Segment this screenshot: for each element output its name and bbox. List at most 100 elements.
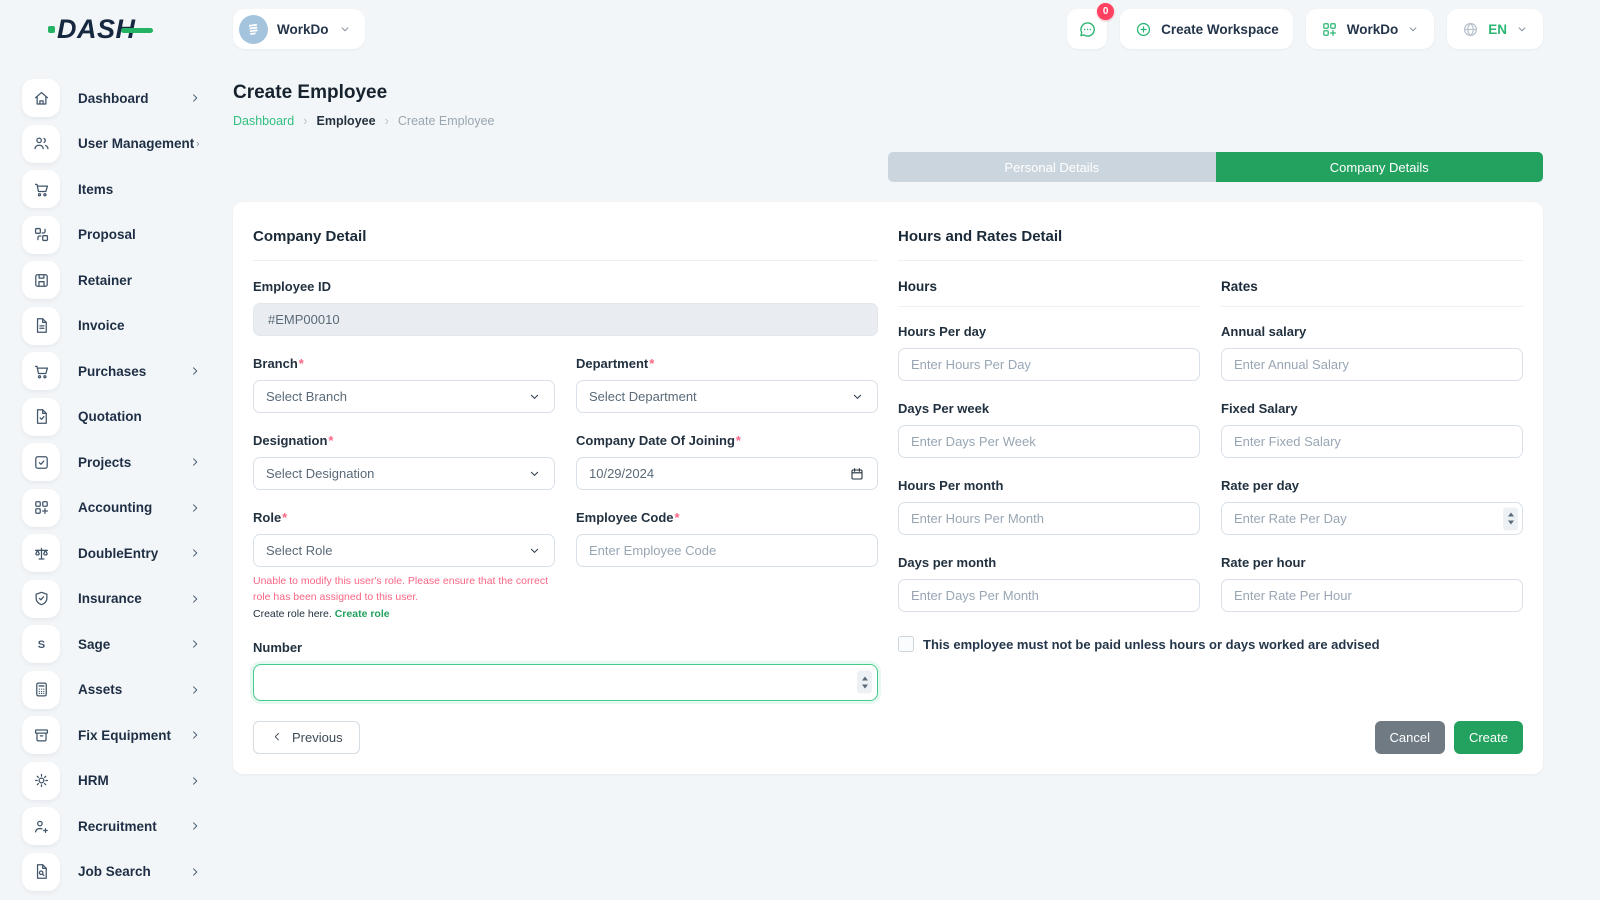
- sidebar-item-proposal[interactable]: Proposal: [22, 216, 202, 254]
- number-input[interactable]: [253, 664, 878, 701]
- designation-select-value: Select Designation: [266, 466, 374, 481]
- breadcrumb-separator: ›: [303, 113, 307, 128]
- calculator-icon: [22, 671, 60, 709]
- sidebar-item-accounting[interactable]: Accounting: [22, 489, 202, 527]
- sidebar-item-retainer[interactable]: Retainer: [22, 261, 202, 299]
- sidebar-item-fix-equipment[interactable]: Fix Equipment: [22, 716, 202, 754]
- rate-per-day-input[interactable]: [1221, 502, 1523, 535]
- role-select[interactable]: Select Role: [253, 534, 555, 567]
- user-plus-icon: [22, 807, 60, 845]
- role-select-value: Select Role: [266, 543, 332, 558]
- sidebar-item-label: Insurance: [78, 591, 142, 606]
- sidebar-item-items[interactable]: Items: [22, 170, 202, 208]
- sidebar-item-label: Sage: [78, 637, 110, 652]
- sidebar-item-label: Items: [78, 182, 113, 197]
- create-button[interactable]: Create: [1454, 721, 1523, 754]
- previous-button[interactable]: Previous: [253, 721, 360, 754]
- breadcrumb-current: Create Employee: [398, 114, 495, 128]
- annual-salary-input[interactable]: [1221, 348, 1523, 381]
- annual-salary-field: Annual salary: [1221, 324, 1523, 381]
- employee-id-field: Employee ID #EMP00010: [253, 279, 878, 336]
- number-spinner[interactable]: [1503, 507, 1518, 530]
- main-content: Create Employee Dashboard › Employee › C…: [233, 58, 1543, 774]
- form-actions: Cancel Create: [898, 721, 1523, 754]
- department-select[interactable]: Select Department: [576, 380, 878, 413]
- days-per-week-field: Days Per week: [898, 401, 1200, 458]
- number-spinner[interactable]: [857, 671, 872, 694]
- employee-code-input[interactable]: [576, 534, 878, 567]
- create-workspace-button[interactable]: Create Workspace: [1120, 9, 1293, 49]
- breadcrumb-employee-link[interactable]: Employee: [317, 114, 376, 128]
- sidebar-item-job-search[interactable]: Job Search: [22, 853, 202, 891]
- create-role-link[interactable]: Create role: [335, 608, 390, 620]
- sidebar-item-label: Dashboard: [78, 91, 149, 106]
- chevron-right-icon: [188, 364, 202, 378]
- sidebar-item-invoice[interactable]: Invoice: [22, 307, 202, 345]
- days-per-week-input[interactable]: [898, 425, 1200, 458]
- home-icon: [22, 79, 60, 117]
- sidebar-item-user-management[interactable]: User Management: [22, 125, 202, 163]
- sidebar-item-recruitment[interactable]: Recruitment: [22, 807, 202, 845]
- days-per-month-input[interactable]: [898, 579, 1200, 612]
- sidebar-item-purchases[interactable]: Purchases: [22, 352, 202, 390]
- rates-column: Rates Annual salary Fixed Salary Rate pe…: [1221, 279, 1523, 632]
- globe-icon: [1461, 20, 1480, 39]
- tab-personal-details[interactable]: Personal Details: [888, 152, 1216, 182]
- sidebar-item-label: User Management: [78, 136, 194, 151]
- workspace-name: WorkDo: [277, 22, 329, 37]
- previous-button-label: Previous: [292, 730, 343, 745]
- cancel-button[interactable]: Cancel: [1375, 721, 1445, 754]
- sidebar-item-sage[interactable]: S Sage: [22, 625, 202, 663]
- chevron-left-icon: [270, 730, 284, 744]
- sidebar-item-label: HRM: [78, 773, 109, 788]
- required-asterisk: *: [675, 510, 680, 525]
- rates-subheading: Rates: [1221, 279, 1523, 307]
- rate-per-hour-field: Rate per hour: [1221, 555, 1523, 612]
- hours-per-day-input[interactable]: [898, 348, 1200, 381]
- chevron-right-icon: [188, 501, 202, 515]
- hours-rates-heading: Hours and Rates Detail: [898, 228, 1523, 245]
- sidebar-item-label: Job Search: [78, 864, 151, 879]
- sidebar-item-quotation[interactable]: Quotation: [22, 398, 202, 436]
- fixed-salary-field: Fixed Salary: [1221, 401, 1523, 458]
- rate-per-day-field: Rate per day: [1221, 478, 1523, 535]
- date-of-joining-value: 10/29/2024: [589, 466, 654, 481]
- sidebar-nav: Dashboard User Management Items Proposal…: [0, 58, 216, 900]
- sidebar-item-label: Retainer: [78, 273, 132, 288]
- hours-per-month-input[interactable]: [898, 502, 1200, 535]
- breadcrumb-dashboard-link[interactable]: Dashboard: [233, 114, 294, 128]
- sidebar-item-assets[interactable]: Assets: [22, 671, 202, 709]
- sidebar-item-insurance[interactable]: Insurance: [22, 580, 202, 618]
- chevron-right-icon: [194, 137, 202, 151]
- language-selector[interactable]: EN: [1447, 9, 1543, 49]
- sidebar-item-doubleentry[interactable]: DoubleEntry: [22, 534, 202, 572]
- chevron-right-icon: [188, 728, 202, 742]
- sidebar-item-label: Invoice: [78, 318, 125, 333]
- unpaid-checkbox[interactable]: [898, 636, 914, 652]
- role-label: Role: [253, 510, 281, 525]
- logo-dot: [48, 26, 55, 33]
- field-label: Rate per hour: [1221, 555, 1523, 570]
- messages-button[interactable]: 0: [1067, 9, 1107, 49]
- field-label: Fixed Salary: [1221, 401, 1523, 416]
- company-detail-heading: Company Detail: [253, 228, 878, 245]
- fixed-salary-input[interactable]: [1221, 425, 1523, 458]
- scale-icon: [22, 534, 60, 572]
- apps-menu-button[interactable]: WorkDo: [1306, 9, 1435, 49]
- file-check-icon: [22, 398, 60, 436]
- sidebar-item-dashboard[interactable]: Dashboard: [22, 79, 202, 117]
- sidebar-item-projects[interactable]: Projects: [22, 443, 202, 481]
- sidebar-item-label: DoubleEntry: [78, 546, 158, 561]
- rate-per-hour-input[interactable]: [1221, 579, 1523, 612]
- unpaid-checkbox-row: This employee must not be paid unless ho…: [898, 636, 1523, 652]
- date-of-joining-input[interactable]: 10/29/2024: [576, 457, 878, 490]
- branch-select[interactable]: Select Branch: [253, 380, 555, 413]
- workspace-switcher[interactable]: WorkDo: [233, 9, 365, 49]
- branch-label: Branch: [253, 356, 298, 371]
- designation-select[interactable]: Select Designation: [253, 457, 555, 490]
- chevron-down-icon: [338, 22, 352, 36]
- tab-company-details[interactable]: Company Details: [1216, 152, 1544, 182]
- file-invoice-icon: [22, 307, 60, 345]
- breadcrumb-separator: ›: [385, 113, 389, 128]
- sidebar-item-hrm[interactable]: HRM: [22, 762, 202, 800]
